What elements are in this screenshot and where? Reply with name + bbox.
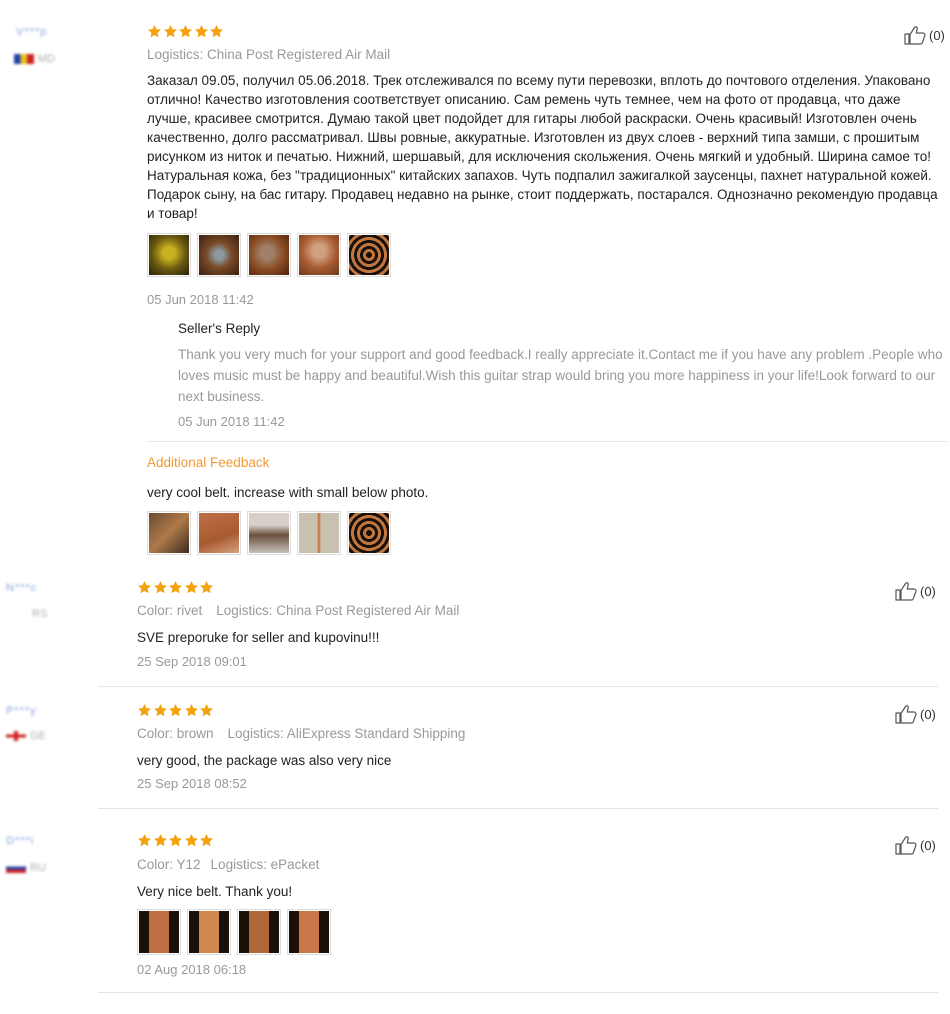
reviewer-country: MD [14, 53, 55, 65]
thumbs-up-icon [894, 580, 920, 602]
review-photo[interactable] [237, 909, 281, 955]
thumbs-up-icon [894, 834, 920, 856]
rating-stars [137, 703, 215, 721]
divider [98, 992, 938, 993]
additional-feedback-text: very cool belt. increase with small belo… [147, 485, 429, 500]
rating-stars [137, 580, 215, 598]
star-icon [137, 580, 152, 595]
country-flag-icon [6, 731, 26, 742]
star-icon [209, 24, 224, 39]
review-photo[interactable] [187, 909, 231, 955]
star-icon [168, 580, 183, 595]
star-icon [184, 703, 199, 718]
review-text: Заказал 09.05, получил 05.06.2018. Трек … [147, 73, 938, 221]
review-photo[interactable] [247, 233, 291, 277]
review-text: Very nice belt. Thank you! [137, 884, 293, 899]
star-icon [153, 833, 168, 848]
helpful-count: (0) [920, 706, 936, 722]
additional-photos [147, 511, 397, 555]
helpful-button[interactable]: (0) [894, 834, 936, 856]
country-flag-icon [14, 54, 34, 65]
star-icon [184, 833, 199, 848]
review-text: very good, the package was also very nic… [137, 753, 392, 768]
review-photo[interactable] [347, 511, 391, 555]
star-icon [137, 703, 152, 718]
review-photos [137, 909, 337, 955]
rating-stars [137, 833, 215, 851]
reviewer-name: N***c [6, 582, 38, 594]
review-date: 25 Sep 2018 08:52 [137, 776, 247, 791]
review-photo[interactable] [347, 233, 391, 277]
review-photo[interactable] [197, 511, 241, 555]
reviewer-name: P***y [6, 705, 37, 717]
review-date: 05 Jun 2018 11:42 [147, 292, 254, 307]
seller-reply-text: Thank you very much for your support and… [178, 347, 943, 404]
seller-reply-date: 05 Jun 2018 11:42 [178, 414, 285, 429]
seller-reply-title: Seller's Reply [178, 321, 261, 336]
helpful-count: (0) [920, 583, 936, 599]
helpful-button[interactable]: (0) [903, 24, 945, 46]
review-photo[interactable] [247, 511, 291, 555]
reviewer-country: RU [6, 862, 46, 874]
review-photos [147, 233, 397, 277]
star-icon [153, 703, 168, 718]
review-photo[interactable] [147, 233, 191, 277]
reviewer-name: V***p [16, 26, 48, 38]
review-photo[interactable] [197, 233, 241, 277]
review-logistics: Logistics: ePacket [210, 857, 320, 872]
helpful-count: (0) [929, 27, 945, 43]
divider [98, 808, 938, 809]
review-meta: Color: brown Logistics: AliExpress Standa… [137, 726, 465, 741]
review-logistics: Logistics: China Post Registered Air Mai… [216, 603, 460, 618]
thumbs-up-icon [894, 703, 920, 725]
review-text: SVE preporuke for seller and kupovinu!!! [137, 630, 380, 645]
star-icon [168, 833, 183, 848]
reviewer-name: D***i [6, 835, 35, 847]
review-photo[interactable] [137, 909, 181, 955]
star-icon [163, 24, 178, 39]
star-icon [137, 833, 152, 848]
review-meta: Color: Y12 Logistics: ePacket [137, 857, 319, 872]
review-photo[interactable] [297, 511, 341, 555]
review-photo[interactable] [147, 511, 191, 555]
review-logistics: Logistics: China Post Registered Air Mai… [147, 47, 391, 62]
star-icon [199, 580, 214, 595]
divider [98, 686, 938, 687]
star-icon [199, 703, 214, 718]
reviewer-country: RS [32, 608, 48, 620]
helpful-count: (0) [920, 837, 936, 853]
review-photo[interactable] [287, 909, 331, 955]
review-color: Color: Y12 [137, 857, 201, 872]
additional-feedback-label: Additional Feedback [147, 455, 270, 470]
review-logistics: Logistics: AliExpress Standard Shipping [227, 726, 466, 741]
helpful-button[interactable]: (0) [894, 703, 936, 725]
star-icon [168, 703, 183, 718]
country-flag-icon [6, 863, 26, 874]
star-icon [194, 24, 209, 39]
review-meta: Color: rivet Logistics: China Post Regist… [137, 603, 459, 618]
review-photo[interactable] [297, 233, 341, 277]
reviewer-country: GE [6, 730, 46, 742]
rating-stars [147, 24, 225, 42]
divider [147, 441, 947, 442]
review-date: 02 Aug 2018 06:18 [137, 962, 247, 977]
star-icon [153, 580, 168, 595]
review-date: 25 Sep 2018 09:01 [137, 654, 247, 669]
helpful-button[interactable]: (0) [894, 580, 936, 602]
thumbs-up-icon [903, 24, 929, 46]
star-icon [184, 580, 199, 595]
review-color: Color: brown [137, 726, 214, 741]
star-icon [178, 24, 193, 39]
review-color: Color: rivet [137, 603, 203, 618]
star-icon [199, 833, 214, 848]
star-icon [147, 24, 162, 39]
